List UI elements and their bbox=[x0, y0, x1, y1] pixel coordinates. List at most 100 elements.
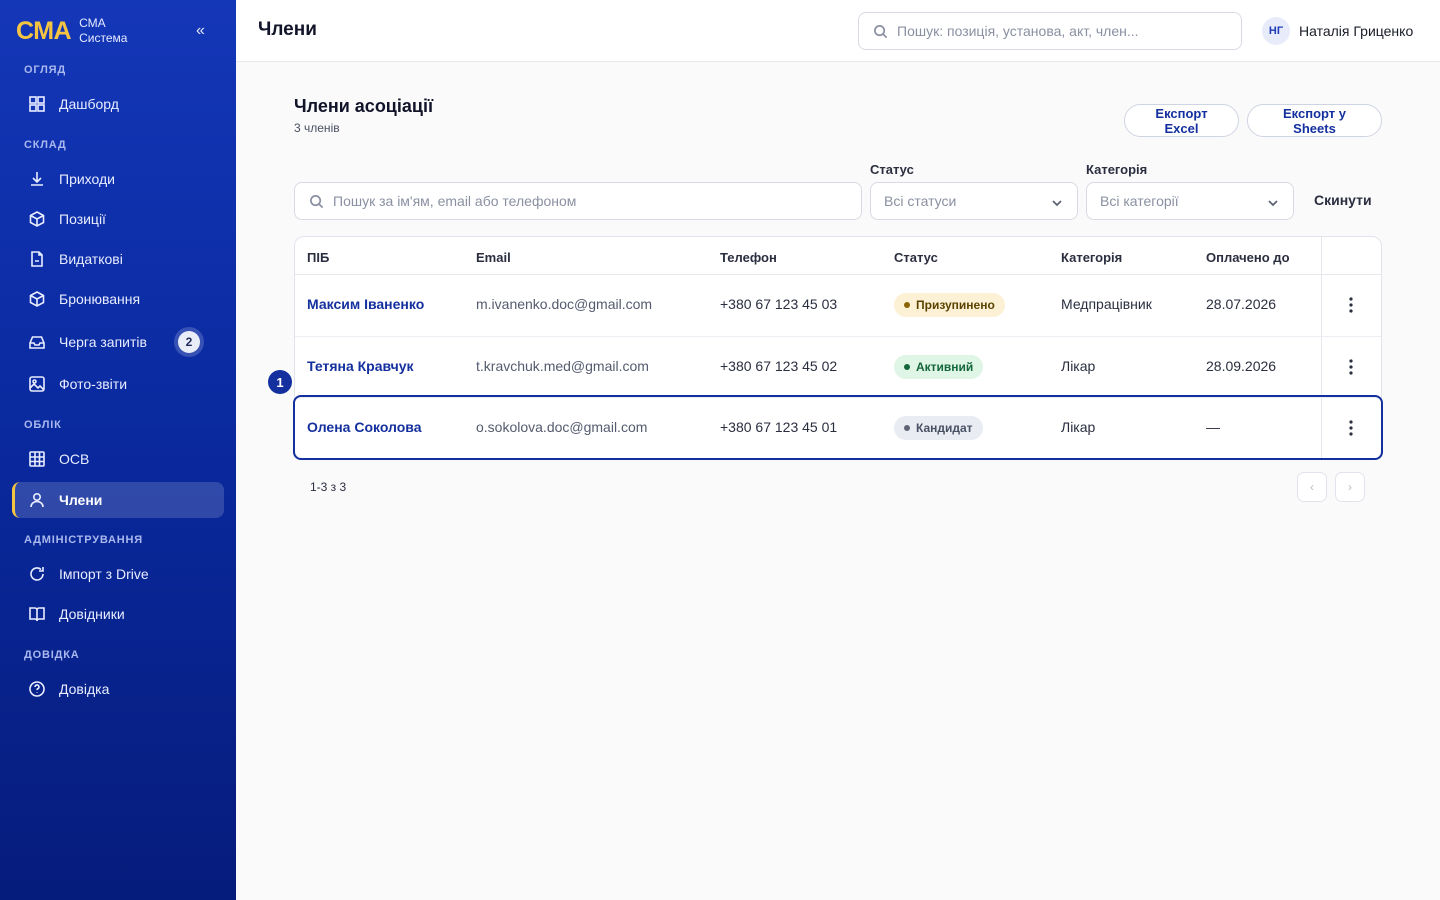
search-icon bbox=[874, 24, 888, 38]
member-email: m.ivanenko.doc@gmail.com bbox=[476, 296, 653, 312]
sidebar-item-label: Черга запитів bbox=[59, 334, 147, 350]
section-heading: Члени асоціації bbox=[294, 96, 434, 116]
column-header-paid-until[interactable]: Оплачено до bbox=[1206, 250, 1290, 265]
row-actions-button[interactable] bbox=[1341, 355, 1361, 379]
status-filter-label: Статус bbox=[870, 162, 914, 177]
sidebar-item-members[interactable]: Члени bbox=[12, 482, 224, 518]
sidebar-item-label: Видаткові bbox=[59, 251, 123, 267]
row-actions-button[interactable] bbox=[1341, 293, 1361, 317]
members-search[interactable] bbox=[294, 182, 862, 220]
brand[interactable]: СМА СМА Система bbox=[16, 16, 127, 46]
avatar: НГ bbox=[1262, 17, 1290, 45]
table-row[interactable]: Максим Іваненко m.ivanenko.doc@gmail.com… bbox=[295, 275, 1381, 336]
status-badge: Активний bbox=[894, 355, 984, 379]
column-header-email[interactable]: Email bbox=[476, 250, 511, 265]
download-icon bbox=[28, 170, 46, 188]
member-name[interactable]: Олена Соколова bbox=[307, 419, 422, 435]
sidebar-item-bookings[interactable]: Бронювання bbox=[12, 281, 224, 317]
member-category: Лікар bbox=[1061, 419, 1096, 435]
column-header-status[interactable]: Статус bbox=[894, 250, 938, 265]
table-row[interactable]: Олена Соколова o.sokolova.doc@gmail.com … bbox=[293, 395, 1383, 460]
column-header-phone[interactable]: Телефон bbox=[720, 250, 777, 265]
book-icon bbox=[28, 605, 46, 623]
status-badge: Кандидат bbox=[894, 416, 983, 440]
member-phone: +380 67 123 45 02 bbox=[720, 358, 838, 374]
search-icon bbox=[310, 194, 324, 208]
reset-filters-button[interactable]: Скинути bbox=[1314, 192, 1372, 208]
collapse-sidebar-button[interactable]: « bbox=[196, 22, 205, 40]
sidebar-item-dashboard[interactable]: Дашборд bbox=[12, 86, 224, 122]
help-circle-icon bbox=[28, 680, 46, 698]
sidebar-item-label: Бронювання bbox=[59, 291, 141, 307]
section-overview: ОГЛЯД bbox=[24, 64, 66, 76]
row-marker-badge: 1 bbox=[268, 370, 292, 394]
sidebar-item-expenses[interactable]: Видаткові bbox=[12, 241, 224, 277]
sidebar-item-positions[interactable]: Позиції bbox=[12, 201, 224, 237]
row-actions-button[interactable] bbox=[1341, 416, 1361, 440]
sidebar-item-label: Дашборд bbox=[59, 96, 119, 112]
more-vertical-icon bbox=[1349, 420, 1353, 436]
section-help: ДОВІДКА bbox=[24, 649, 80, 661]
member-phone: +380 67 123 45 03 bbox=[720, 296, 838, 312]
column-header-name[interactable]: ПІБ bbox=[307, 250, 329, 265]
user-name: Наталія Гриценко bbox=[1299, 23, 1414, 39]
sidebar-item-label: Довідка bbox=[59, 681, 110, 697]
table-row[interactable]: Тетяна Кравчук t.kravchuk.med@gmail.com … bbox=[295, 336, 1381, 397]
status-badge: Призупинено bbox=[894, 293, 1005, 317]
export-excel-button[interactable]: Експорт Excel bbox=[1124, 104, 1239, 137]
members-table: ПІБ Email Телефон Статус Категорія Оплач… bbox=[293, 236, 1383, 460]
chevron-down-icon bbox=[1051, 196, 1063, 208]
member-name[interactable]: Максим Іваненко bbox=[307, 296, 424, 312]
member-name[interactable]: Тетяна Кравчук bbox=[307, 358, 414, 374]
chevron-down-icon bbox=[1267, 196, 1279, 208]
sidebar-item-incomes[interactable]: Приходи bbox=[12, 161, 224, 197]
column-header-category[interactable]: Категорія bbox=[1061, 250, 1122, 265]
sidebar: СМА СМА Система « ОГЛЯД Дашборд СКЛАД Пр… bbox=[0, 0, 236, 900]
user-menu[interactable]: НГ Наталія Гриценко bbox=[1262, 17, 1413, 45]
more-vertical-icon bbox=[1349, 297, 1353, 313]
inbox-icon bbox=[28, 333, 46, 351]
category-select[interactable]: Всі категорії bbox=[1086, 182, 1294, 220]
member-email: t.kravchuk.med@gmail.com bbox=[476, 358, 649, 374]
export-sheets-button[interactable]: Експорт у Sheets bbox=[1247, 104, 1382, 137]
member-category: Лікар bbox=[1061, 358, 1096, 374]
prev-page-button[interactable]: ‹ bbox=[1297, 472, 1327, 502]
sidebar-item-label: Члени bbox=[59, 492, 103, 508]
box-icon bbox=[28, 290, 46, 308]
sidebar-item-directories[interactable]: Довідники bbox=[12, 596, 224, 632]
sidebar-item-label: Довідники bbox=[59, 606, 125, 622]
next-page-button[interactable]: › bbox=[1335, 472, 1365, 502]
status-dot bbox=[904, 364, 910, 370]
category-filter-label: Категорія bbox=[1086, 162, 1148, 177]
status-select[interactable]: Всі статуси bbox=[870, 182, 1078, 220]
sidebar-item-photos[interactable]: Фото-звіти bbox=[12, 366, 224, 402]
sidebar-item-queue[interactable]: Черга запитів 2 bbox=[12, 324, 224, 360]
sidebar-item-label: Приходи bbox=[59, 171, 115, 187]
image-icon bbox=[28, 375, 46, 393]
sidebar-item-label: ОСВ bbox=[59, 451, 90, 467]
queue-count-badge: 2 bbox=[178, 331, 200, 353]
global-search-input[interactable] bbox=[897, 23, 1227, 39]
member-paid-until: 28.07.2026 bbox=[1206, 296, 1277, 312]
section-warehouse: СКЛАД bbox=[24, 139, 67, 151]
sidebar-item-label: Імпорт з Drive bbox=[59, 566, 149, 582]
members-search-input[interactable] bbox=[333, 193, 843, 209]
sidebar-item-label: Фото-звіти bbox=[59, 376, 128, 392]
brand-line2: Система bbox=[79, 31, 128, 45]
sidebar-item-label: Позиції bbox=[59, 211, 106, 227]
member-category: Медпрацівник bbox=[1061, 296, 1152, 312]
user-icon bbox=[28, 491, 46, 509]
grid-icon bbox=[28, 450, 46, 468]
sidebar-item-help[interactable]: Довідка bbox=[12, 671, 224, 707]
document-icon bbox=[28, 250, 46, 268]
status-select-value: Всі статуси bbox=[884, 193, 957, 209]
status-dot bbox=[904, 425, 910, 431]
global-search[interactable] bbox=[858, 12, 1242, 50]
section-accounting: ОБЛІК bbox=[24, 419, 62, 431]
sidebar-item-import[interactable]: Імпорт з Drive bbox=[12, 556, 224, 592]
page-title: Члени bbox=[258, 19, 317, 40]
member-paid-until: 28.09.2026 bbox=[1206, 358, 1277, 374]
sidebar-item-osv[interactable]: ОСВ bbox=[12, 441, 224, 477]
top-bar: Члени НГ Наталія Гриценко bbox=[236, 0, 1440, 62]
pagination-info: 1-3 з 3 bbox=[310, 480, 347, 494]
